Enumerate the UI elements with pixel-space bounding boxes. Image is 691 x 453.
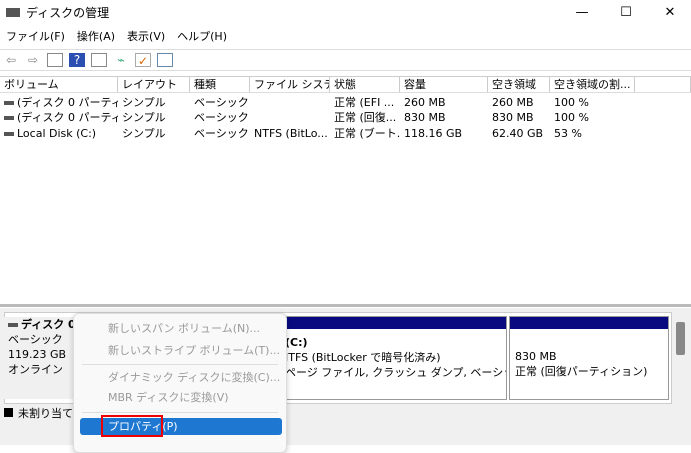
- cell: 53 %: [554, 127, 582, 140]
- help-icon[interactable]: ?: [69, 53, 85, 67]
- scrollbar-thumb[interactable]: [676, 322, 685, 355]
- cell: シンプル: [122, 96, 166, 109]
- partition-bar: [510, 317, 668, 329]
- col-free[interactable]: 空き領域: [488, 77, 550, 92]
- col-status[interactable]: 状態: [330, 77, 400, 92]
- legend: 未割り当て: [4, 406, 73, 422]
- disk-name: ディスク 0: [21, 318, 76, 331]
- table-row[interactable]: (ディスク 0 パーティショ... シンプル ベーシック 正常 (EFI ... 26…: [0, 95, 691, 111]
- forward-icon[interactable]: ⇨: [25, 53, 41, 67]
- pane-splitter[interactable]: [0, 304, 691, 307]
- volume-icon: [4, 116, 14, 120]
- partition-recovery[interactable]: 830 MB 正常 (回復パーティション): [509, 316, 669, 400]
- check-icon[interactable]: ✓: [135, 53, 151, 68]
- minimize-button[interactable]: —: [562, 0, 602, 25]
- cell: シンプル: [122, 111, 166, 124]
- col-free-percent[interactable]: 空き領域の割...: [550, 77, 635, 92]
- properties-icon[interactable]: [157, 53, 173, 67]
- menu-help[interactable]: ヘルプ(H): [171, 27, 233, 47]
- volume-list-header: ボリューム レイアウト 種類 ファイル システム 状態 容量 空き領域 空き領域…: [0, 76, 691, 93]
- disk-size: 119.23 GB: [8, 348, 67, 361]
- cell: シンプル: [122, 127, 166, 140]
- title-bar: ディスクの管理 — ☐ ✕: [0, 0, 691, 25]
- cell: (ディスク 0 パーティショ...: [17, 111, 118, 124]
- col-volume[interactable]: ボリューム: [0, 77, 118, 92]
- cell: 830 MB: [492, 111, 534, 124]
- menu-view[interactable]: 表示(V): [121, 27, 171, 47]
- cell: 62.40 GB: [492, 127, 544, 140]
- action-pane-icon[interactable]: [91, 53, 107, 67]
- col-blank: [635, 77, 691, 92]
- toolbar: ⇦ ⇨ ? ⌁ ✓: [0, 49, 691, 71]
- menu-bar: ファイル(F) 操作(A) 表示(V) ヘルプ(H): [0, 27, 233, 47]
- cell: 正常 (EFI ...: [334, 96, 395, 109]
- disk-icon: [8, 323, 18, 327]
- cell: 100 %: [554, 96, 589, 109]
- back-icon[interactable]: ⇦: [3, 53, 19, 67]
- connect-icon[interactable]: ⌁: [113, 53, 129, 67]
- cell: [250, 110, 330, 126]
- cell: 260 MB: [492, 96, 534, 109]
- menu-separator: [82, 364, 278, 365]
- table-row[interactable]: (ディスク 0 パーティショ... シンプル ベーシック 正常 (回復... 830 …: [0, 110, 691, 126]
- maximize-button[interactable]: ☐: [606, 0, 646, 25]
- partition-c-desc: ページ ファイル, クラッシュ ダンプ, ベーシック データ パー: [285, 366, 506, 379]
- volume-icon: [4, 101, 14, 105]
- partition-recovery-size: 830 MB: [515, 350, 557, 363]
- volume-icon: [4, 132, 14, 136]
- cell: 118.16 GB: [404, 127, 463, 140]
- menu-separator: [82, 412, 278, 413]
- disk-type: ベーシック: [8, 333, 63, 346]
- col-capacity[interactable]: 容量: [400, 77, 488, 92]
- cell: [250, 95, 330, 111]
- window-title: ディスクの管理: [26, 6, 110, 20]
- legend-unallocated: 未割り当て: [18, 407, 73, 420]
- disk-management-icon: [6, 8, 20, 17]
- cell: 260 MB: [404, 96, 446, 109]
- highlight-box: [101, 415, 163, 437]
- col-type[interactable]: 種類: [190, 77, 250, 92]
- partition-recovery-status: 正常 (回復パーティション): [515, 365, 648, 378]
- cell: 正常 (回復...: [334, 111, 397, 124]
- menu-item-convert-mbr[interactable]: MBR ディスクに変換(V): [108, 389, 229, 407]
- context-menu: 新しいスパン ボリューム(N)... 新しいストライプ ボリューム(T)... …: [73, 313, 287, 453]
- cell: 正常 (ブート...: [334, 127, 400, 140]
- cell: Local Disk (C:): [17, 127, 97, 140]
- col-layout[interactable]: レイアウト: [118, 77, 190, 92]
- menu-action[interactable]: 操作(A): [71, 27, 121, 47]
- unallocated-swatch: [4, 408, 13, 417]
- col-filesystem[interactable]: ファイル システム: [250, 77, 330, 92]
- cell: ベーシック: [194, 96, 249, 109]
- table-row[interactable]: Local Disk (C:) シンプル ベーシック NTFS (BitLo... 正…: [0, 126, 691, 142]
- disk-status: オンライン: [8, 363, 63, 376]
- cell: NTFS (BitLo...: [254, 127, 328, 140]
- partition-c-label: (C:): [285, 336, 308, 349]
- disk-info[interactable]: ディスク 0 ベーシック 119.23 GB オンライン: [4, 317, 76, 399]
- cell: ベーシック: [194, 111, 249, 124]
- cell: 100 %: [554, 111, 589, 124]
- menu-item-new-spanned[interactable]: 新しいスパン ボリューム(N)...: [108, 320, 260, 338]
- cell: 830 MB: [404, 111, 446, 124]
- close-button[interactable]: ✕: [650, 0, 690, 25]
- console-tree-icon[interactable]: [47, 53, 63, 67]
- cell: (ディスク 0 パーティショ...: [17, 96, 118, 109]
- partition-c-fs: ITFS (BitLocker で暗号化済み): [285, 351, 441, 364]
- menu-item-convert-dynamic[interactable]: ダイナミック ディスクに変換(C)...: [108, 369, 280, 387]
- menu-item-new-striped[interactable]: 新しいストライプ ボリューム(T)...: [108, 342, 280, 360]
- cell: ベーシック: [194, 127, 249, 140]
- menu-file[interactable]: ファイル(F): [0, 27, 71, 47]
